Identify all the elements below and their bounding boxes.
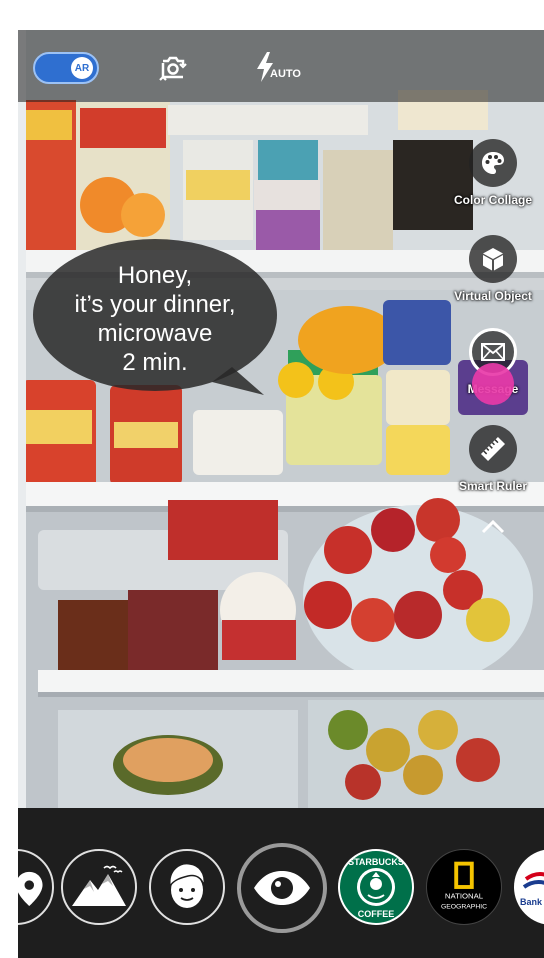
location-pin-icon bbox=[18, 871, 43, 906]
bubble-line: 2 min. bbox=[122, 349, 188, 376]
filter-mountains[interactable] bbox=[61, 849, 137, 925]
starbucks-top-text: STARBUCKS bbox=[348, 857, 404, 867]
bubble-line: microwave bbox=[97, 320, 213, 347]
ar-toggle-label: AR bbox=[71, 57, 93, 79]
smart-ruler-button[interactable] bbox=[469, 425, 517, 473]
color-collage-button[interactable] bbox=[469, 139, 517, 187]
touch-indicator bbox=[472, 363, 514, 405]
speech-bubble[interactable]: Honey, it’s your dinner, microwave 2 min… bbox=[32, 237, 278, 405]
ruler-icon bbox=[480, 436, 506, 462]
ar-toggle[interactable]: AR bbox=[33, 52, 99, 84]
bubble-line: Honey, bbox=[117, 262, 193, 289]
color-collage-tool[interactable]: Color Collage bbox=[438, 139, 544, 207]
smart-ruler-label: Smart Ruler bbox=[458, 479, 528, 493]
color-collage-label: Color Collage bbox=[453, 193, 532, 207]
filter-carousel[interactable]: STARBUCKS COFFEE NATIONAL GEOGRAPHIC Ban… bbox=[18, 808, 544, 958]
filter-starbucks[interactable]: STARBUCKS COFFEE bbox=[338, 849, 414, 925]
bubble-message-text: Honey, it’s your dinner, microwave 2 min… bbox=[32, 261, 278, 377]
starbucks-bottom-text: COFFEE bbox=[358, 909, 395, 919]
natgeo-text-1: NATIONAL bbox=[445, 892, 484, 901]
smart-ruler-tool[interactable]: Smart Ruler bbox=[438, 425, 544, 493]
camera-screen: AR AUTO Honey, it’s your dinner, microwa… bbox=[18, 30, 544, 958]
bank-logo: Bank bbox=[520, 872, 544, 907]
filter-face[interactable] bbox=[149, 849, 225, 925]
filter-national-geographic[interactable]: NATIONAL GEOGRAPHIC bbox=[426, 849, 502, 925]
filter-location[interactable] bbox=[18, 849, 54, 925]
envelope-icon bbox=[481, 343, 505, 361]
camera-switch-icon[interactable] bbox=[156, 52, 190, 86]
flash-mode-label: AUTO bbox=[270, 68, 301, 80]
eye-icon bbox=[254, 871, 310, 905]
palette-icon bbox=[482, 152, 504, 174]
starbucks-logo: STARBUCKS COFFEE bbox=[340, 851, 412, 923]
filter-bank[interactable]: Bank bbox=[514, 849, 544, 925]
face-icon bbox=[169, 862, 206, 908]
filter-eye[interactable] bbox=[237, 843, 327, 933]
virtual-object-label: Virtual Object bbox=[454, 289, 532, 303]
camera-top-toolbar: AR AUTO bbox=[18, 30, 544, 102]
chevron-up-icon[interactable] bbox=[478, 512, 508, 542]
virtual-object-button[interactable] bbox=[469, 235, 517, 283]
natgeo-text-2: GEOGRAPHIC bbox=[441, 903, 487, 910]
bubble-line: it’s your dinner, bbox=[74, 291, 236, 318]
camera-viewfinder[interactable]: AR AUTO Honey, it’s your dinner, microwa… bbox=[18, 30, 544, 808]
mountains-icon bbox=[72, 865, 126, 906]
cube-icon bbox=[483, 248, 503, 271]
natgeo-logo: NATIONAL GEOGRAPHIC bbox=[441, 861, 487, 910]
virtual-object-tool[interactable]: Virtual Object bbox=[438, 235, 544, 303]
flash-auto-button[interactable]: AUTO bbox=[254, 50, 314, 88]
bank-text: Bank bbox=[520, 897, 543, 907]
